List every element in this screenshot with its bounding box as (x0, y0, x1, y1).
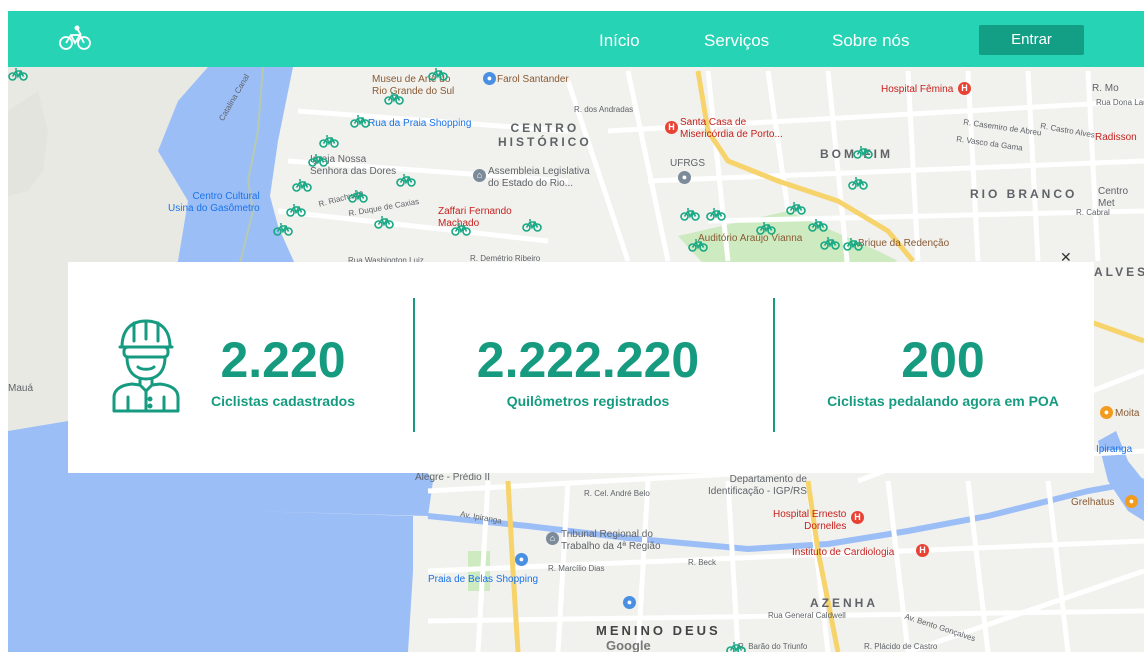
map-label-grelhatus: Grelhatus (1071, 497, 1115, 508)
map-label-tribunal: Tribunal Regional do Trabalho da 4ª Regi… (561, 529, 661, 552)
map-label-maua: Mauá (8, 383, 34, 394)
map-label-hospital-ernesto: Hospital Ernesto Dornelles (773, 509, 847, 532)
stat-label-riding-now: Ciclistas pedalando agora em POA (827, 393, 1059, 409)
top-navbar: Início Serviços Sobre nós Entrar (8, 11, 1144, 67)
bicycle-marker-icon[interactable] (680, 207, 700, 221)
stat-label-km: Quilômetros registrados (506, 393, 670, 409)
map-label-azenha: AZENHA (810, 596, 878, 610)
map-label-praia-belas: Praia de Belas Shopping (428, 574, 539, 585)
bicycle-marker-icon[interactable] (384, 91, 404, 105)
map-street-r-andradas: R. dos Andradas (574, 105, 634, 114)
map-label-brique: Brique da Redenção (858, 238, 950, 249)
map-label-alves: ALVES (1094, 265, 1144, 279)
bicycle-marker-icon[interactable] (522, 218, 542, 232)
map-label-assembleia: Assembleia Legislativa do Estado do Rio.… (488, 166, 590, 189)
map-pin-hospital-femina-icon: H (958, 82, 971, 95)
bicycle-marker-icon[interactable] (848, 176, 868, 190)
bicycle-marker-icon[interactable] (726, 641, 746, 652)
stat-value-cyclists: 2.220 (220, 332, 346, 388)
bicycle-marker-icon[interactable] (273, 222, 293, 236)
map-pin-grelhatus-icon: ● (1125, 495, 1138, 508)
map-street-r-cel-andre: R. Cel. André Belo (584, 489, 650, 498)
map-label-hospital-femina: Hospital Fêmina (881, 84, 954, 95)
map-label-ipiranga-right: Ipiranga (1096, 444, 1133, 455)
map-label-zaffari: Zaffari Fernando Machado (438, 206, 512, 229)
stat-label-cyclists: Ciclistas cadastrados (211, 393, 355, 409)
map-label-centro-historico: CENTRO HISTÓRICO (498, 121, 592, 149)
map-street-r-barao: R. Barão do Triunfo (738, 642, 808, 651)
map-label-santa-casa: Santa Casa de Misericórdia de Porto... (680, 117, 783, 140)
map-label-moita: Moita (1115, 408, 1140, 419)
bicycle-marker-icon[interactable] (451, 222, 471, 236)
map-street-r-placido: R. Plácido de Castro (864, 642, 938, 651)
map-label-praia-shopping: Rua da Praia Shopping (368, 118, 472, 129)
stats-divider (773, 298, 775, 432)
map-pin-moita-icon: ● (1100, 406, 1113, 419)
map-pin-farol-icon: ● (483, 72, 496, 85)
map-pin-ufrgs-icon: ● (678, 171, 691, 184)
map-pin-tribunal-icon: ⌂ (546, 532, 559, 545)
map-street-r-marcilio: R. Marcílio Dias (548, 564, 605, 573)
bicycle-marker-icon[interactable] (808, 218, 828, 232)
nav-link-servicos[interactable]: Serviços (704, 31, 769, 51)
bicycle-marker-icon[interactable] (756, 221, 776, 235)
bicycle-marker-icon[interactable] (286, 203, 306, 217)
page-frame: Museu de Arte do Rio Grande do Sul Farol… (8, 11, 1144, 652)
stat-value-km: 2.222.220 (476, 332, 700, 388)
bicycle-marker-icon[interactable] (786, 201, 806, 215)
map-label-auditorio: Auditório Araújo Vianna (698, 233, 803, 244)
map-label-ufrgs: UFRGS (670, 158, 705, 169)
map-pin-instituto-icon: H (916, 544, 929, 557)
bicycle-marker-icon[interactable] (843, 237, 863, 251)
bicycle-marker-icon[interactable] (428, 67, 448, 81)
map-pin-santa-casa-icon: H (665, 121, 678, 134)
stat-value-riding-now: 200 (901, 332, 985, 388)
map-street-rua-dona-laura: Rua Dona Laura (1096, 98, 1144, 107)
stats-divider (413, 298, 415, 432)
close-icon[interactable]: ✕ (1060, 249, 1072, 266)
login-button[interactable]: Entrar (979, 25, 1084, 55)
map-pin-assembleia-icon: ⌂ (473, 169, 486, 182)
bicycle-marker-icon[interactable] (350, 114, 370, 128)
bicycle-marker-icon[interactable] (853, 145, 873, 159)
map-label-centro-met: Centro Met (1098, 186, 1129, 209)
bicycle-marker-icon[interactable] (308, 153, 328, 167)
map-label-departamento: Departamento de Identificação - IGP/RS (708, 474, 807, 497)
map-street-rua-general: Rua General Caldwell (768, 611, 846, 620)
map-label-r-mo: R. Mo (1092, 83, 1119, 94)
map-street-r-beck: R. Beck (688, 558, 717, 567)
cyclist-helmet-icon (112, 319, 180, 413)
bicycle-marker-icon[interactable] (820, 236, 840, 250)
map-label-menino-deus: MENINO DEUS (596, 623, 721, 638)
map-label-farol: Farol Santander (497, 74, 569, 85)
bicycle-marker-icon[interactable] (688, 238, 708, 252)
map-label-alegre: Alegre - Prédio II (415, 472, 491, 483)
map-street-r-cabral: R. Cabral (1076, 208, 1110, 217)
bicycle-marker-icon[interactable] (8, 67, 28, 81)
bicycle-marker-icon[interactable] (396, 173, 416, 187)
map-label-instituto: Instituto de Cardiologia (792, 547, 895, 558)
bicycle-icon[interactable] (58, 24, 92, 52)
bicycle-marker-icon[interactable] (374, 215, 394, 229)
nav-link-inicio[interactable]: Início (599, 31, 640, 51)
nav-link-sobre-nos[interactable]: Sobre nós (832, 31, 910, 51)
map-label-radisson: Radisson (1095, 132, 1137, 143)
map-label-rio-branco: RIO BRANCO (970, 187, 1078, 201)
map-pin-praia-belas-icon: ● (515, 553, 528, 566)
bicycle-marker-icon[interactable] (348, 189, 368, 203)
map-pin-shopping-icon: ● (623, 596, 636, 609)
map-label-centro-cultural: Centro Cultural Usina do Gasômetro (168, 191, 260, 214)
bicycle-marker-icon[interactable] (292, 178, 312, 192)
bicycle-marker-icon[interactable] (706, 207, 726, 221)
bicycle-marker-icon[interactable] (319, 134, 339, 148)
map-google-logo: Google (606, 638, 651, 652)
stats-card: 2.220 Ciclistas cadastrados 2.222.220 Qu… (68, 262, 1094, 473)
map-pin-hospital-ernesto-icon: H (851, 511, 864, 524)
